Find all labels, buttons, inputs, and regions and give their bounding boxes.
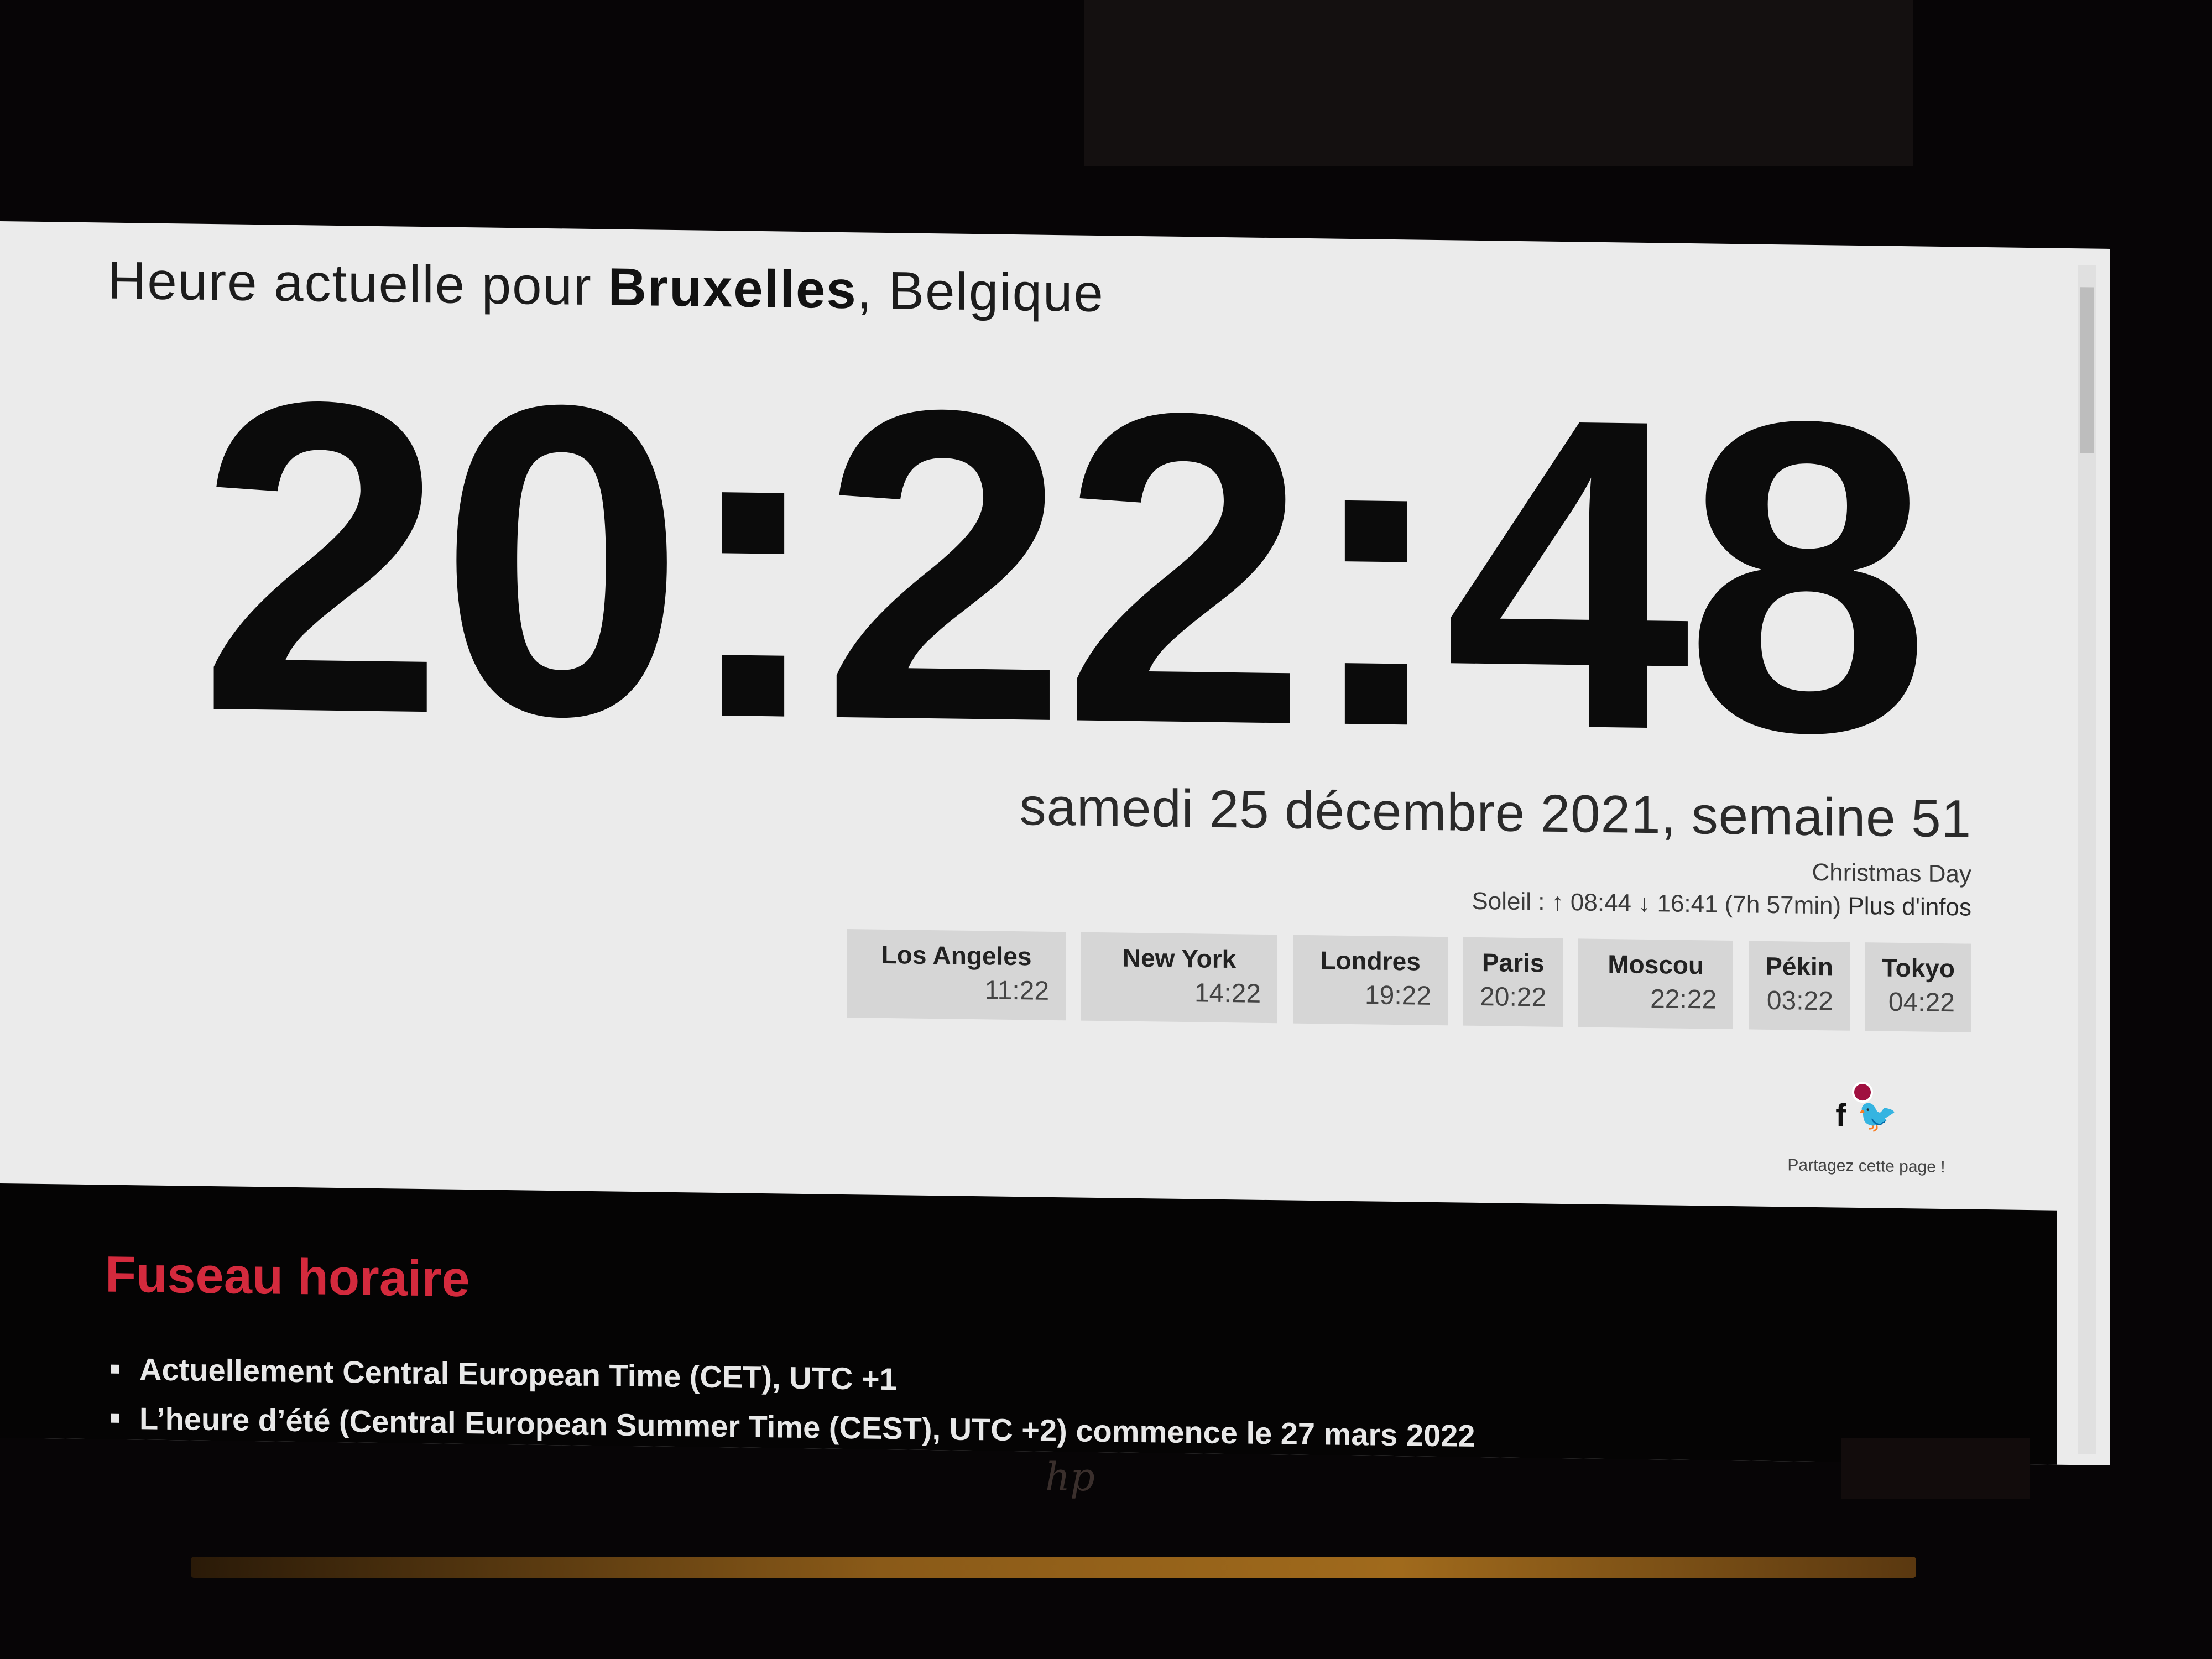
city-name: Pékin (1765, 951, 1833, 982)
timezone-list: Actuellement Central European Time (CET)… (111, 1351, 1475, 1465)
date-line: samedi 25 décembre 2021, semaine 51 (1019, 777, 1971, 849)
city-paris[interactable]: Paris 20:22 (1463, 937, 1563, 1027)
holiday-label: Christmas Day (1812, 858, 1972, 888)
list-item: L’heure d’été (Central European Summer T… (111, 1400, 1475, 1454)
timezone-current: Actuellement Central European Time (CET)… (139, 1352, 897, 1397)
city-name: Tokyo (1881, 953, 1955, 983)
city-time: 04:22 (1888, 987, 1955, 1018)
share-label: Partagez cette page ! (1787, 1156, 1945, 1177)
city-time: 22:22 (1650, 984, 1717, 1015)
device-sticker (1841, 1438, 2030, 1499)
city-name: Moscou (1608, 950, 1704, 980)
list-item: Actuellement Central European Time (CET)… (111, 1351, 1475, 1405)
timezone-dst: L’heure d’été (Central European Summer T… (139, 1401, 1475, 1453)
background-glow (1084, 0, 1913, 166)
hp-logo: hp (1045, 1454, 1095, 1500)
facebook-icon[interactable]: f (1835, 1081, 1874, 1134)
city-time: 11:22 (984, 975, 1050, 1006)
city-tokyo[interactable]: Tokyo 04:22 (1865, 942, 1971, 1032)
city-name: New York (1122, 943, 1237, 974)
scrollbar-thumb[interactable] (2080, 287, 2094, 453)
city-time: 14:22 (1194, 978, 1261, 1009)
city-time: 20:22 (1480, 982, 1547, 1013)
city-name: Londres (1320, 946, 1421, 976)
city-time: 03:22 (1766, 985, 1833, 1016)
monitor-stand-strip (191, 1557, 1916, 1578)
timezone-title: Fuseau horaire (105, 1246, 470, 1308)
bullet-icon (111, 1413, 119, 1423)
city-los-angeles[interactable]: Los Angeles 11:22 (847, 929, 1066, 1021)
city-londres[interactable]: Londres 19:22 (1293, 935, 1448, 1026)
timezone-section: Fuseau horaire Actuellement Central Euro… (0, 1183, 2057, 1465)
city-name: Los Angeles (881, 940, 1032, 971)
title-city: Bruxelles (608, 257, 857, 320)
city-time: 19:22 (1364, 980, 1432, 1011)
city-name: Paris (1481, 948, 1545, 978)
notification-dot-icon (1852, 1081, 1874, 1103)
facebook-glyph: f (1835, 1097, 1846, 1134)
title-prefix: Heure actuelle pour (108, 251, 592, 317)
share-icons: f 🐦 (1767, 1081, 1966, 1136)
more-info-link[interactable]: Plus d'infos (1848, 893, 1971, 921)
city-new-york[interactable]: New York 14:22 (1081, 932, 1278, 1024)
bullet-icon (111, 1364, 119, 1374)
current-time-clock: 20:22:48 (198, 308, 1926, 826)
share-widget: f 🐦 Partagez cette page ! (1767, 1081, 1966, 1177)
sun-times-text: Soleil : ↑ 08:44 ↓ 16:41 (7h 57min) (1472, 887, 1841, 920)
title-country: , Belgique (857, 260, 1104, 324)
city-pekin[interactable]: Pékin 03:22 (1749, 941, 1850, 1031)
sun-times: Soleil : ↑ 08:44 ↓ 16:41 (7h 57min) Plus… (1472, 888, 1971, 922)
browser-viewport: Heure actuelle pour Bruxelles, Belgique … (0, 221, 2110, 1465)
world-clock-list: Los Angeles 11:22 New York 14:22 Londres… (847, 929, 1971, 1032)
vertical-scrollbar[interactable] (2078, 265, 2096, 1454)
city-moscou[interactable]: Moscou 22:22 (1578, 938, 1734, 1030)
twitter-icon[interactable]: 🐦 (1858, 1097, 1897, 1135)
